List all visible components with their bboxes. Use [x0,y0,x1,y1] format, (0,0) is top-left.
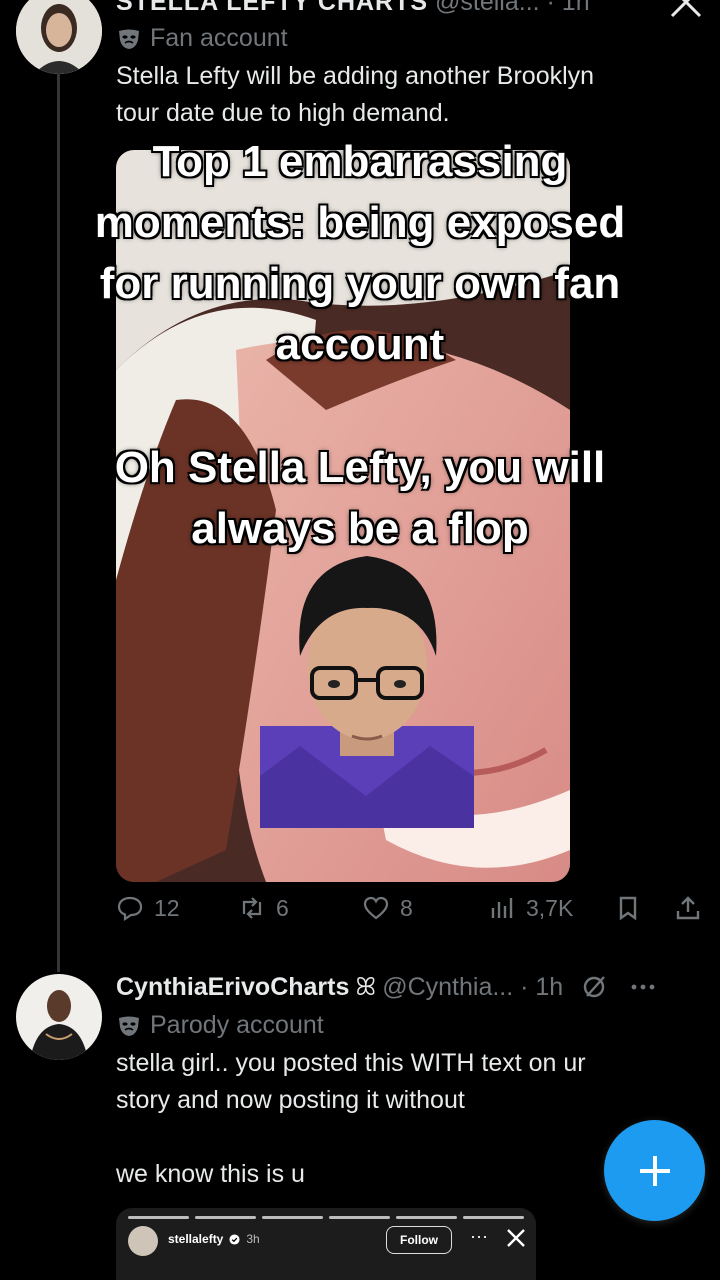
tweet-text-line: we know this is u [116,1160,305,1188]
bookmark-button[interactable] [614,894,642,922]
story-avatar [128,1226,158,1256]
reply-icon [117,896,143,922]
compose-button[interactable] [604,1120,705,1221]
avatar[interactable] [16,974,102,1060]
mask-icon [119,1016,139,1036]
story-close-icon[interactable] [504,1226,528,1255]
follow-button[interactable]: Follow [386,1226,452,1254]
mask-icon [119,29,139,49]
caption-line: moments: being exposed [94,198,626,247]
name-symbol: ꕤ [355,972,377,1001]
tweet-text-line: story and now posting it without [116,1086,465,1114]
caption-line: Oh Stella Lefty, you will [114,443,606,492]
like-count: 8 [400,894,413,921]
tweet-text: Stella Lefty will be adding another Broo… [116,58,696,132]
repost-count: 6 [276,894,289,921]
views-button[interactable]: 3,7K [488,894,573,922]
story-progress [128,1216,524,1219]
account-badge: Fan account [116,24,288,53]
handle-time: @stella... · 1h [435,0,590,14]
repost-icon [242,897,262,919]
story-user: stellalefty 3h [168,1232,260,1246]
reply-button[interactable]: 12 [116,894,180,922]
badge-label: Parody account [150,1011,324,1039]
reply-count: 12 [154,894,180,921]
caption-line: always be a flop [191,504,529,553]
repost-button[interactable]: 6 [238,894,289,922]
grok-icon[interactable] [581,973,609,1001]
handle-time: @Cynthia... · 1h [382,972,564,1001]
share-button[interactable] [674,894,702,922]
account-badge: Parody account [116,1011,324,1040]
plus-icon [639,1155,670,1186]
sticker-image [260,556,474,828]
caption-line: account [275,320,445,369]
tweet-header: STELLA LEFTY CHARTS @stella... · 1h [116,0,676,14]
tweet-media-embed[interactable]: stellalefty 3h Follow ··· [116,1208,536,1280]
display-name[interactable]: CynthiaErivoCharts [116,973,349,1002]
tweet-text-line: tour date due to high demand. [116,99,450,127]
heart-icon [363,896,389,920]
like-button[interactable]: 8 [362,894,413,922]
views-count: 3,7K [526,894,574,921]
tweet-header: CynthiaErivoCharts ꕤ @Cynthia... · 1h [116,970,716,1004]
story-more-icon[interactable]: ··· [470,1226,488,1247]
share-icon [676,896,700,920]
views-icon [491,898,513,918]
display-name[interactable]: STELLA LEFTY CHARTS [116,0,428,14]
caption-line: Top 1 embarrassing [152,137,568,186]
action-bar: 12 6 8 3,7K [116,894,706,932]
story-username: stellalefty [168,1232,224,1246]
bookmark-icon [619,896,637,921]
more-icon[interactable] [629,973,657,1001]
video-caption: Top 1 embarrassing moments: being expose… [0,131,720,375]
tweet-text-line: stella girl.. you posted this WITH text … [116,1049,586,1077]
story-time: 3h [246,1232,260,1246]
video-caption-2: Oh Stella Lefty, you will always be a fl… [0,437,720,559]
tweet-text: stella girl.. you posted this WITH text … [116,1045,676,1193]
badge-label: Fan account [150,24,288,52]
verified-icon [229,1233,240,1245]
caption-line: for running your own fan [99,259,621,308]
tweet-text-line: Stella Lefty will be adding another Broo… [116,62,595,90]
avatar[interactable] [16,0,102,74]
